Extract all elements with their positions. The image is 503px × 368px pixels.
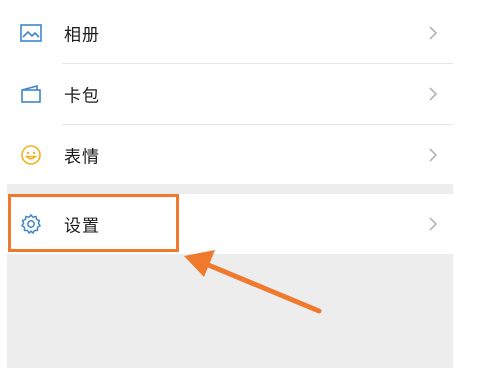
settings-screen: 相册 卡包 表情 设置 xyxy=(0,0,503,368)
pointer-arrow-icon xyxy=(184,250,322,314)
